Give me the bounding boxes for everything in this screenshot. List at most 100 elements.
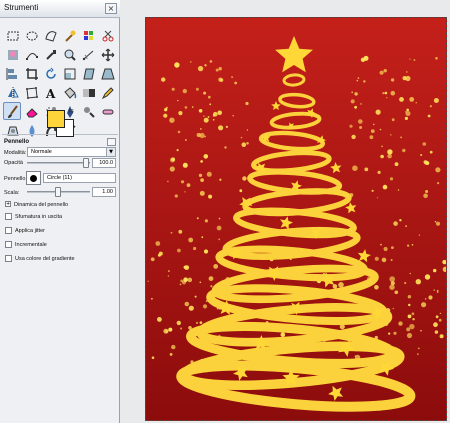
- swap-colors-icon[interactable]: ⇆: [68, 107, 74, 115]
- sparkle-dot: [151, 356, 155, 360]
- tool-options-menu-button[interactable]: [107, 138, 116, 146]
- sparkle-dot: [379, 70, 384, 75]
- sparkle-dot: [349, 124, 353, 128]
- rect-select-tool-button[interactable]: [3, 26, 21, 44]
- sparkle-dot: [408, 303, 411, 307]
- sparkle-dot: [363, 80, 366, 83]
- brush-preview-button[interactable]: [26, 171, 41, 185]
- sparkle-dot: [218, 125, 224, 131]
- perspective-clone-tool-button[interactable]: [3, 121, 21, 139]
- apply-jitter-checkbox[interactable]: [5, 227, 12, 234]
- ellipse-select-icon: [26, 31, 38, 41]
- brush-label: Pennello: [4, 176, 26, 182]
- sparkle-dot: [184, 301, 190, 307]
- image-canvas[interactable]: [145, 17, 447, 421]
- toolbox-titlebar[interactable]: Strumenti ×: [0, 0, 120, 18]
- sparkle-dot: [360, 103, 362, 105]
- apply-jitter-label: Applica jitter: [15, 228, 45, 234]
- paths-tool-button[interactable]: [22, 45, 40, 63]
- sparkle-dot: [194, 295, 197, 298]
- mode-select[interactable]: Normale ▼: [27, 147, 116, 157]
- perspective-icon: [101, 68, 115, 80]
- sparkle-dot: [210, 285, 213, 288]
- expand-icon[interactable]: +: [5, 201, 11, 207]
- app-window: Strumenti × A ⇆ Pennello Modalità: Norma…: [0, 0, 450, 423]
- fuzzy-select-tool-button[interactable]: [60, 26, 78, 44]
- ellipse-select-tool-button[interactable]: [22, 26, 40, 44]
- sparkle-dot: [178, 229, 183, 234]
- color-picker-tool-button[interactable]: [41, 45, 59, 63]
- color-select-tool-button[interactable]: [79, 26, 97, 44]
- foreground-color-swatch[interactable]: [47, 110, 65, 128]
- sparkle-dot: [434, 221, 437, 223]
- fuzzy-select-icon: [65, 30, 76, 42]
- zoom-tool-button[interactable]: [60, 45, 78, 63]
- sparkle-dot: [390, 134, 392, 136]
- sparkle-dot: [183, 277, 188, 283]
- incremental-checkbox[interactable]: [5, 241, 12, 248]
- sparkle-dot: [351, 91, 354, 94]
- opacity-value-field[interactable]: 100.0: [92, 158, 116, 168]
- sparkle-dot: [409, 323, 415, 330]
- foreground-select-tool-button[interactable]: [3, 45, 21, 63]
- eraser-tool-button[interactable]: [22, 102, 40, 120]
- sparkle-dot: [364, 167, 369, 172]
- perspective-tool-button[interactable]: [98, 64, 116, 82]
- sparkle-dot: [198, 109, 203, 113]
- free-select-tool-button[interactable]: [41, 26, 59, 44]
- cage-tool-button[interactable]: [22, 83, 40, 101]
- sparkle-dot: [397, 189, 400, 191]
- sparkle-dot: [191, 106, 194, 108]
- use-gradient-color-checkbox[interactable]: [5, 255, 12, 262]
- sparkle-dot: [391, 118, 395, 122]
- scale-value-field[interactable]: 1.00: [92, 187, 116, 197]
- sparkle-dot: [433, 322, 438, 328]
- blur-tool-button[interactable]: [22, 121, 40, 139]
- sparkle-dot: [209, 60, 213, 63]
- scale-slider-handle[interactable]: [55, 187, 61, 197]
- fade-out-checkbox[interactable]: [5, 213, 12, 220]
- sparkle-dot: [380, 243, 382, 246]
- brush-dynamics-label[interactable]: Dinamica del pennello: [14, 202, 68, 208]
- sparkle-dot: [415, 279, 421, 285]
- measure-tool-button[interactable]: [79, 45, 97, 63]
- crop-tool-button[interactable]: [22, 64, 40, 82]
- sparkle-dot: [184, 106, 188, 109]
- move-tool-button[interactable]: [98, 45, 116, 63]
- text-tool-button[interactable]: A: [41, 83, 59, 101]
- scissors-tool-button[interactable]: [98, 26, 116, 44]
- sparkle-dot: [171, 157, 175, 162]
- sparkle-dot: [417, 353, 419, 355]
- sparkle-dot: [387, 149, 393, 155]
- close-button[interactable]: ×: [105, 3, 117, 14]
- sparkle-dot: [390, 259, 393, 261]
- paintbrush-tool-button[interactable]: [3, 102, 21, 120]
- sparkle-dot: [354, 105, 357, 109]
- heal-tool-button[interactable]: [98, 102, 116, 120]
- sparkle-dot: [184, 191, 186, 193]
- sparkle-dot: [176, 320, 181, 326]
- rotate-tool-button[interactable]: [41, 64, 59, 82]
- mode-label: Modalità:: [4, 150, 27, 156]
- sparkle-dot: [175, 62, 177, 64]
- color-select-icon: [84, 31, 93, 40]
- align-tool-button[interactable]: [3, 64, 21, 82]
- opacity-slider[interactable]: [27, 158, 90, 168]
- sparkle-dot: [174, 194, 178, 198]
- eraser-icon: [26, 108, 38, 118]
- scale-slider[interactable]: [27, 187, 90, 197]
- sparkle-dot: [369, 135, 374, 140]
- flip-tool-button[interactable]: [3, 83, 21, 101]
- cage-icon: [26, 87, 38, 99]
- sparkle-dot: [200, 178, 204, 183]
- shear-tool-button[interactable]: [79, 64, 97, 82]
- clone-tool-button[interactable]: [79, 102, 97, 120]
- opacity-slider-handle[interactable]: [83, 158, 89, 168]
- sparkle-dot: [407, 314, 412, 319]
- blend-tool-button[interactable]: [79, 83, 97, 101]
- bucket-fill-tool-button[interactable]: [60, 83, 78, 101]
- pencil-tool-button[interactable]: [98, 83, 116, 101]
- sparkle-dot: [198, 173, 203, 177]
- brush-name-field[interactable]: Circle (11): [43, 173, 116, 183]
- scale-tool-button[interactable]: [60, 64, 78, 82]
